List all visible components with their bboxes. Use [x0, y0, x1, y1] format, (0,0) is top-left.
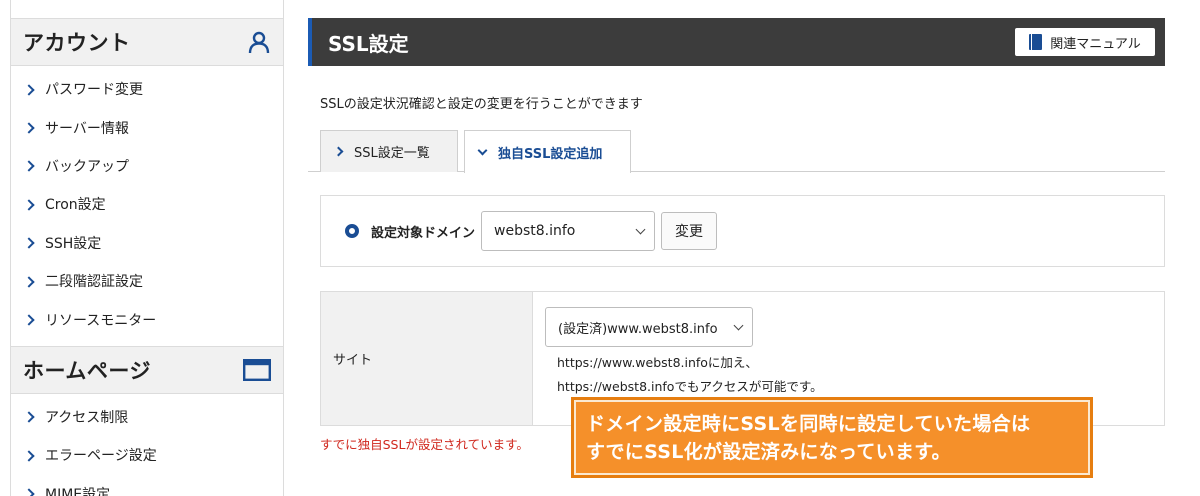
domain-select-value: webst8.info	[494, 223, 576, 239]
tab-label: 独自SSL設定追加	[498, 146, 603, 162]
chevron-right-icon	[23, 122, 35, 134]
chevron-right-icon	[23, 237, 35, 249]
sidebar-item-label: 二段階認証設定	[45, 274, 143, 291]
sidebar-section-title: アカウント	[23, 31, 131, 55]
chevron-down-icon	[477, 145, 488, 156]
chevron-down-icon	[733, 320, 744, 330]
sidebar-item-cron[interactable]: Cron設定	[11, 185, 283, 223]
chevron-right-icon	[23, 199, 35, 211]
tab-add-custom-ssl[interactable]: 独自SSL設定追加	[464, 130, 631, 173]
browser-window-icon	[243, 358, 271, 381]
sidebar-item-password[interactable]: パスワード変更	[11, 70, 283, 108]
sidebar-item-label: リソースモニター	[45, 312, 157, 329]
tab-bar: SSL設定一覧 独自SSL設定追加	[308, 130, 1165, 173]
radio-bullet-icon	[345, 224, 359, 238]
sidebar-item-label: SSH設定	[45, 235, 102, 252]
sidebar: アカウント パスワード変更 サーバー情報 バックアップ Cron設定 SSH設定…	[10, 0, 284, 496]
site-select-value: (設定済)www.webst8.info	[558, 321, 718, 337]
site-select[interactable]: (設定済)www.webst8.info	[545, 307, 753, 347]
site-note-line2: https://webst8.infoでもアクセスが可能です。	[557, 379, 823, 394]
page-description: SSLの設定状況確認と設定の変更を行うことができます	[320, 97, 643, 112]
chevron-right-icon	[23, 314, 35, 326]
chevron-right-icon	[23, 411, 35, 424]
sidebar-home-list: アクセス制限 エラーページ設定 MIME設定	[11, 394, 283, 496]
page-header: SSL設定 関連マニュアル	[308, 18, 1165, 66]
domain-label: 設定対象ドメイン	[371, 225, 476, 241]
user-icon	[248, 31, 270, 54]
status-message: すでに独自SSLが設定されています。	[320, 437, 529, 452]
sidebar-account-list: パスワード変更 サーバー情報 バックアップ Cron設定 SSH設定 二段階認証…	[11, 66, 283, 339]
book-icon	[1029, 34, 1043, 50]
chevron-down-icon	[635, 224, 646, 234]
tab-label: SSL設定一覧	[354, 146, 430, 161]
chevron-right-icon	[23, 275, 35, 288]
sidebar-item-label: パスワード変更	[45, 82, 143, 99]
related-manual-label: 関連マニュアル	[1050, 36, 1141, 52]
sidebar-item-server-info[interactable]: サーバー情報	[11, 108, 283, 146]
chevron-right-icon	[23, 488, 35, 496]
sidebar-item-label: サーバー情報	[45, 120, 129, 137]
sidebar-section-title: ホームページ	[23, 358, 151, 383]
annotation-callout: ドメイン設定時にSSLを同時に設定していた場合は すでにSSL化が設定済みになっ…	[571, 397, 1093, 478]
page-title: SSL設定	[328, 31, 409, 56]
sidebar-section-home: ホームページ	[11, 345, 283, 394]
site-row-header: サイト	[321, 292, 533, 425]
sidebar-item-label: Cron設定	[45, 197, 106, 214]
sidebar-item-error-page[interactable]: エラーページ設定	[11, 436, 283, 474]
sidebar-item-label: MIME設定	[45, 486, 111, 496]
sidebar-item-label: バックアップ	[45, 158, 129, 175]
sidebar-item-label: アクセス制限	[45, 409, 129, 426]
chevron-right-icon	[23, 160, 35, 173]
sidebar-item-two-factor[interactable]: 二段階認証設定	[11, 262, 283, 300]
related-manual-button[interactable]: 関連マニュアル	[1015, 28, 1155, 56]
domain-selector-panel: 設定対象ドメイン webst8.info 変更	[320, 195, 1165, 267]
site-note-line1: https://www.webst8.infoに加え、	[557, 355, 758, 370]
sidebar-item-label: エラーページ設定	[45, 448, 157, 465]
sidebar-item-ssh[interactable]: SSH設定	[11, 224, 283, 262]
chevron-right-icon	[23, 84, 35, 96]
chevron-right-icon	[333, 146, 344, 157]
tab-ssl-list[interactable]: SSL設定一覧	[320, 130, 458, 172]
chevron-right-icon	[23, 450, 35, 462]
callout-line1: ドメイン設定時にSSLを同時に設定していた場合は	[586, 412, 1031, 435]
change-button[interactable]: 変更	[661, 212, 718, 250]
sidebar-item-resource-monitor[interactable]: リソースモニター	[11, 300, 283, 338]
sidebar-item-mime[interactable]: MIME設定	[11, 475, 283, 496]
sidebar-section-account: アカウント	[11, 18, 283, 66]
sidebar-item-backup[interactable]: バックアップ	[11, 147, 283, 185]
sidebar-item-access-restriction[interactable]: アクセス制限	[11, 398, 283, 436]
domain-select[interactable]: webst8.info	[481, 211, 656, 251]
callout-line2: すでにSSL化が設定済みになっています。	[586, 440, 951, 463]
